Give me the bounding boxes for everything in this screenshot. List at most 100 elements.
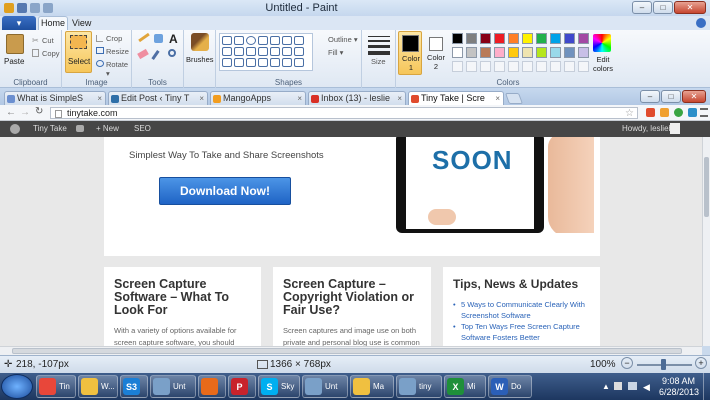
taskbar-app-button[interactable] xyxy=(198,375,226,398)
clock-time[interactable]: 9:08 AM xyxy=(662,376,695,386)
color-swatch[interactable] xyxy=(522,33,533,44)
vertical-scrollbar[interactable] xyxy=(702,137,710,346)
custom-color-slot[interactable] xyxy=(550,61,561,72)
star-six-shape-icon[interactable] xyxy=(258,58,268,67)
color1-button[interactable]: Color 1 xyxy=(398,31,422,75)
color-swatch[interactable] xyxy=(452,33,463,44)
color-swatch[interactable] xyxy=(466,33,477,44)
color-swatch[interactable] xyxy=(550,47,561,58)
show-hidden-icons[interactable]: ▲ xyxy=(602,382,610,391)
left-arrow-shape-icon[interactable] xyxy=(282,47,292,56)
cut-button[interactable]: Cut xyxy=(42,36,54,45)
up-arrow-shape-icon[interactable] xyxy=(294,47,304,56)
extension-icon-3[interactable] xyxy=(674,108,683,117)
scroll-thumb[interactable] xyxy=(704,157,709,217)
extension-icon-2[interactable] xyxy=(660,108,669,117)
crop-button[interactable]: Crop xyxy=(106,34,122,43)
rotate-button[interactable]: Rotate ▾ xyxy=(106,60,131,78)
color-swatch[interactable] xyxy=(564,47,575,58)
flag-icon[interactable] xyxy=(614,382,622,390)
copy-icon[interactable] xyxy=(32,49,39,57)
color-swatch[interactable] xyxy=(550,33,561,44)
color-swatch[interactable] xyxy=(522,47,533,58)
taskbar-app-button[interactable]: Unt xyxy=(150,375,196,398)
undo-icon[interactable] xyxy=(30,3,40,13)
back-icon[interactable]: ← xyxy=(6,107,16,118)
tab-home[interactable]: Home xyxy=(38,16,68,30)
star-five-shape-icon[interactable] xyxy=(246,58,256,67)
taskbar-app-button[interactable]: S3 xyxy=(120,375,148,398)
color-swatch[interactable] xyxy=(564,33,575,44)
bookmark-star-icon[interactable]: ☆ xyxy=(625,108,634,119)
paint-app-icon[interactable] xyxy=(4,3,14,13)
volume-icon[interactable]: ◀ xyxy=(643,382,650,393)
pentagon-shape-icon[interactable] xyxy=(246,47,256,56)
avatar[interactable] xyxy=(670,123,680,134)
horizontal-scrollbar[interactable] xyxy=(0,346,702,355)
rectangle-shape-icon[interactable] xyxy=(258,36,268,45)
callout-shape-icon[interactable] xyxy=(270,58,280,67)
taskbar-app-button[interactable]: P xyxy=(228,375,256,398)
size-icon[interactable] xyxy=(368,36,390,55)
size-button[interactable]: Size xyxy=(371,57,386,66)
browser-tab[interactable]: What is SimpleS × xyxy=(4,91,106,105)
resize-button[interactable]: Resize xyxy=(106,47,129,56)
taskbar-app-button[interactable]: Ma xyxy=(350,375,394,398)
article-title[interactable]: Screen Capture – Copyright Violation or … xyxy=(283,278,421,317)
save-icon[interactable] xyxy=(17,3,27,13)
color-swatch[interactable] xyxy=(508,33,519,44)
paste-icon[interactable] xyxy=(6,34,24,54)
browser-minimize-button[interactable]: – xyxy=(640,90,660,103)
custom-color-slot[interactable] xyxy=(522,61,533,72)
color-swatch[interactable] xyxy=(466,47,477,58)
crop-icon[interactable] xyxy=(96,35,103,42)
browser-tab-active[interactable]: Tiny Take | Scre × xyxy=(408,91,504,105)
tab-close-icon[interactable]: × xyxy=(297,92,302,105)
zoom-in-button[interactable]: + xyxy=(695,357,707,369)
wp-greeting[interactable]: Howdy, lesliеb xyxy=(622,124,673,133)
oval-shape-icon[interactable] xyxy=(246,36,256,45)
taskbar-app-button[interactable]: tiny xyxy=(396,375,442,398)
tab-view[interactable]: View xyxy=(72,18,91,28)
custom-color-slot[interactable] xyxy=(494,61,505,72)
comments-icon[interactable] xyxy=(76,125,84,132)
color-swatch[interactable] xyxy=(494,47,505,58)
star-four-shape-icon[interactable] xyxy=(234,58,244,67)
start-button[interactable] xyxy=(1,374,33,399)
extension-icon-1[interactable] xyxy=(646,108,655,117)
right-triangle-shape-icon[interactable] xyxy=(222,47,232,56)
zoom-slider-handle[interactable] xyxy=(661,359,666,370)
fill-dropdown[interactable]: Fill ▾ xyxy=(328,48,343,57)
color-swatch[interactable] xyxy=(536,33,547,44)
maximize-button[interactable]: □ xyxy=(653,1,673,14)
color2-button[interactable]: Color 2 xyxy=(424,31,448,75)
right-arrow-shape-icon[interactable] xyxy=(270,47,280,56)
browser-maximize-button[interactable]: □ xyxy=(661,90,681,103)
cut-icon[interactable]: ✂ xyxy=(32,36,39,45)
taskbar-app-button[interactable]: W Do xyxy=(488,375,532,398)
custom-color-slot[interactable] xyxy=(452,61,463,72)
custom-color-slot[interactable] xyxy=(578,61,589,72)
down-arrow-shape-icon[interactable] xyxy=(222,58,232,67)
network-icon[interactable] xyxy=(628,382,637,390)
tab-close-icon[interactable]: × xyxy=(97,92,102,105)
taskbar-app-button[interactable]: S Sky xyxy=(258,375,300,398)
color-swatch[interactable] xyxy=(508,47,519,58)
triangle-shape-icon[interactable] xyxy=(294,36,304,45)
taskbar-app-button[interactable]: Tin xyxy=(36,375,76,398)
edit-colors-icon[interactable] xyxy=(593,34,611,52)
custom-color-slot[interactable] xyxy=(564,61,575,72)
polygon-shape-icon[interactable] xyxy=(282,36,292,45)
heart-shape-icon[interactable] xyxy=(294,58,304,67)
wordpress-logo-icon[interactable] xyxy=(10,124,20,134)
color-swatch[interactable] xyxy=(494,33,505,44)
reload-icon[interactable]: ↻ xyxy=(35,106,43,117)
help-icon[interactable] xyxy=(696,18,706,28)
browser-tab[interactable]: MangoApps × xyxy=(210,91,306,105)
show-desktop-button[interactable] xyxy=(703,373,710,400)
custom-color-slot[interactable] xyxy=(508,61,519,72)
taskbar-app-button[interactable]: X Mi xyxy=(444,375,486,398)
curve-shape-icon[interactable] xyxy=(234,36,244,45)
color-swatch[interactable] xyxy=(480,47,491,58)
news-link[interactable]: 5 Ways to Communicate Clearly With Scree… xyxy=(453,299,590,321)
